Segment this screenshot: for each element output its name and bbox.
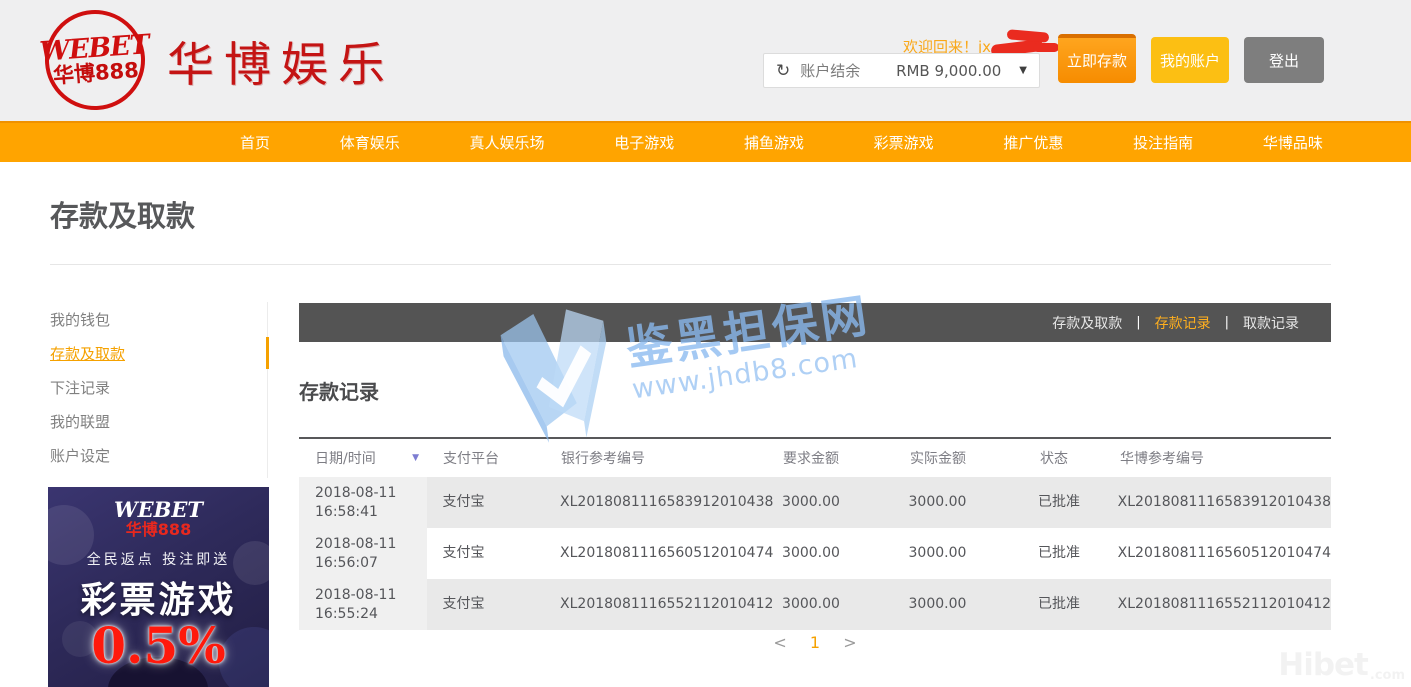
column-header-label: 状态	[1040, 451, 1068, 467]
cell-actual_amount: 3000.00	[893, 579, 1022, 630]
nav-item-1[interactable]: 首页	[240, 132, 270, 153]
title-divider	[50, 264, 1331, 265]
content-tabs: 存款及取款 | 存款记录 | 取款记录	[299, 303, 1331, 342]
tab-3[interactable]: 取款记录	[1243, 313, 1299, 333]
banner-tagline: 全民返点 投注即送	[48, 549, 269, 569]
cell-huabo_ref: XL2018081116560512010474	[1102, 528, 1331, 579]
column-header-label: 支付平台	[443, 451, 499, 467]
cell-platform: 支付宝	[427, 579, 545, 630]
deposit-records-table: 日期/时间 ▼ 支付平台 银行参考编号 要求金额 实际金额 状态 华博参考编号 2018-08…	[299, 437, 1331, 630]
table-body: 2018-08-11 16:58:41支付宝XL2018081116583912…	[299, 477, 1331, 630]
balance-label: 账户结余	[800, 60, 860, 81]
sort-desc-icon[interactable]: ▼	[412, 453, 419, 463]
cell-status: 已批准	[1022, 477, 1102, 528]
site-logo[interactable]: WEBET 华博888 华博娱乐	[45, 10, 395, 110]
column-header-label: 实际金额	[910, 451, 966, 467]
column-header-2[interactable]: 支付平台	[427, 448, 545, 468]
tab-separator: |	[1136, 315, 1140, 330]
watermark-url: www.jhdb8.com	[630, 340, 877, 405]
cell-bank_ref: XL2018081116583912010438	[544, 477, 766, 528]
balance-value: RMB 9,000.00	[896, 62, 1001, 80]
nav-item-8[interactable]: 投注指南	[1133, 132, 1193, 153]
cell-datetime: 2018-08-11 16:55:24	[299, 579, 427, 630]
cell-requested_amount: 3000.00	[766, 579, 892, 630]
column-header-6[interactable]: 状态	[1024, 448, 1104, 468]
section-title: 存款记录	[299, 376, 379, 405]
sidebar-item-2[interactable]: 存款及取款	[50, 336, 267, 370]
cell-status: 已批准	[1022, 528, 1102, 579]
cell-bank_ref: XL2018081116560512010474	[544, 528, 766, 579]
dropdown-arrow-icon[interactable]: ▼	[1019, 65, 1027, 76]
cell-bank_ref: XL2018081116552112010412	[544, 579, 766, 630]
logo-sub-text: 华博888	[52, 59, 139, 88]
nav-item-5[interactable]: 捕鱼游戏	[744, 132, 804, 153]
site-watermark: 鉴黑担保网 www.jhdb8.com	[490, 249, 937, 457]
cell-platform: 支付宝	[427, 528, 545, 579]
tab-separator: |	[1225, 315, 1229, 330]
page-title: 存款及取款	[50, 193, 195, 235]
cell-status: 已批准	[1022, 579, 1102, 630]
table-row: 2018-08-11 16:55:24支付宝XL2018081116552112…	[299, 579, 1331, 630]
nav-item-7[interactable]: 推广优惠	[1003, 132, 1063, 153]
cell-huabo_ref: XL2018081116552112010412	[1102, 579, 1331, 630]
tab-2[interactable]: 存款记录	[1155, 313, 1211, 333]
pagination: < 1 >	[299, 633, 1331, 652]
corner-watermark: Hibet .com	[1278, 647, 1405, 683]
corner-watermark-brand: Hibet	[1278, 647, 1368, 683]
account-balance-widget[interactable]: ↻ 账户结余 RMB 9,000.00 ▼	[763, 53, 1040, 88]
cell-datetime: 2018-08-11 16:56:07	[299, 528, 427, 579]
nav-item-4[interactable]: 电子游戏	[614, 132, 674, 153]
my-account-button[interactable]: 我的账户	[1151, 37, 1229, 83]
column-header-5[interactable]: 实际金额	[894, 448, 1024, 468]
column-header-label: 要求金额	[783, 451, 839, 467]
column-header-4[interactable]: 要求金额	[767, 448, 894, 468]
webet-logo-mark: WEBET 华博888	[42, 7, 149, 114]
deposit-now-button[interactable]: 立即存款	[1058, 34, 1136, 83]
column-header-7[interactable]: 华博参考编号	[1104, 448, 1331, 468]
main-nav: 首页 体育娱乐 真人娱乐场 电子游戏 捕鱼游戏 彩票游戏 推广优惠 投注指南 华博品味	[0, 121, 1411, 162]
refresh-icon[interactable]: ↻	[776, 61, 790, 81]
table-row: 2018-08-11 16:58:41支付宝XL2018081116583912…	[299, 477, 1331, 528]
cell-actual_amount: 3000.00	[893, 477, 1022, 528]
column-header-1[interactable]: 日期/时间 ▼	[299, 448, 427, 468]
banner-rate: 0.5%	[48, 621, 269, 671]
next-page-button[interactable]: >	[843, 633, 856, 652]
table-row: 2018-08-11 16:56:07支付宝XL2018081116560512…	[299, 528, 1331, 579]
sidebar-item-4[interactable]: 我的联盟	[50, 404, 267, 438]
lottery-promo-banner[interactable]: WEBET 华博888 全民返点 投注即送 彩票游戏 0.5%	[48, 487, 269, 687]
cell-huabo_ref: XL2018081116583912010438	[1102, 477, 1331, 528]
prev-page-button[interactable]: <	[773, 633, 786, 652]
nav-item-3[interactable]: 真人娱乐场	[469, 132, 544, 153]
nav-item-9[interactable]: 华博品味	[1263, 132, 1323, 153]
column-header-label: 华博参考编号	[1120, 451, 1204, 467]
cell-datetime: 2018-08-11 16:58:41	[299, 477, 427, 528]
cell-actual_amount: 3000.00	[893, 528, 1022, 579]
current-page-number[interactable]: 1	[810, 633, 820, 652]
page: WEBET 华博888 华博娱乐 欢迎回来！jx ↻ 账户结余 RMB 9,00…	[0, 0, 1411, 687]
sidebar-item-1[interactable]: 我的钱包	[50, 302, 267, 336]
nav-item-6[interactable]: 彩票游戏	[874, 132, 934, 153]
site-header: WEBET 华博888 华博娱乐 欢迎回来！jx ↻ 账户结余 RMB 9,00…	[0, 0, 1411, 121]
logo-site-name: 华博娱乐	[167, 26, 395, 95]
table-header-row: 日期/时间 ▼ 支付平台 银行参考编号 要求金额 实际金额 状态 华博参考编号	[299, 437, 1331, 477]
nav-item-2[interactable]: 体育娱乐	[340, 132, 400, 153]
sidebar-item-5[interactable]: 账户设定	[50, 438, 267, 472]
cell-requested_amount: 3000.00	[766, 528, 892, 579]
column-header-label: 银行参考编号	[561, 451, 645, 467]
corner-watermark-suffix: .com	[1370, 668, 1405, 683]
sidebar-menu: 我的钱包存款及取款下注记录我的联盟账户设定	[50, 302, 268, 478]
banner-brand-sub: 华博888	[48, 520, 269, 539]
column-header-label: 日期/时间	[315, 448, 376, 468]
banner-brand: WEBET	[48, 499, 269, 520]
cell-platform: 支付宝	[427, 477, 545, 528]
cell-requested_amount: 3000.00	[766, 477, 892, 528]
sidebar-item-3[interactable]: 下注记录	[50, 370, 267, 404]
column-header-3[interactable]: 银行参考编号	[545, 448, 767, 468]
logout-button[interactable]: 登出	[1244, 37, 1324, 83]
tab-1[interactable]: 存款及取款	[1052, 313, 1122, 333]
